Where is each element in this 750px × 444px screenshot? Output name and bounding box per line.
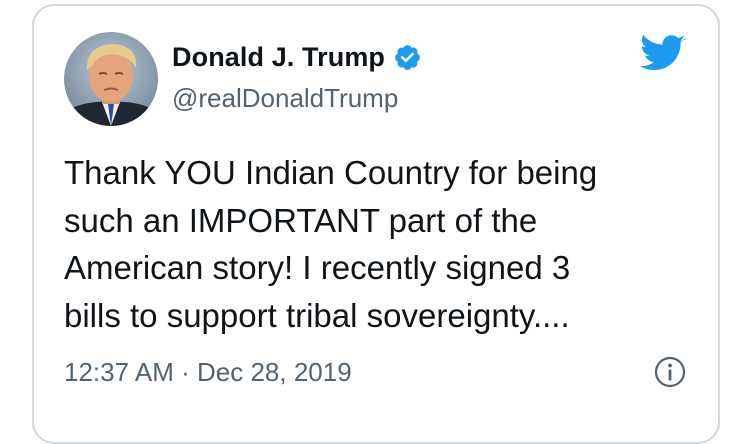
tweet-card: Donald J. Trump @realDonaldTrump Thank Y…: [32, 4, 720, 444]
author-name: Donald J. Trump: [172, 42, 386, 72]
author-handle[interactable]: @realDonaldTrump: [172, 83, 398, 114]
tweet-timestamp[interactable]: 12:37 AM · Dec 28, 2019: [64, 357, 352, 388]
info-icon[interactable]: [654, 356, 686, 388]
author-avatar[interactable]: [64, 32, 158, 126]
tweet-time: 12:37 AM: [64, 357, 174, 387]
verified-badge-icon: [393, 43, 422, 72]
tweet-text: Thank YOU Indian Country for being such …: [64, 154, 598, 334]
tweet-date: Dec 28, 2019: [197, 357, 352, 387]
twitter-bird-icon[interactable]: [640, 34, 686, 74]
author-name-row[interactable]: Donald J. Trump: [172, 42, 422, 73]
meta-separator: ·: [181, 357, 190, 387]
